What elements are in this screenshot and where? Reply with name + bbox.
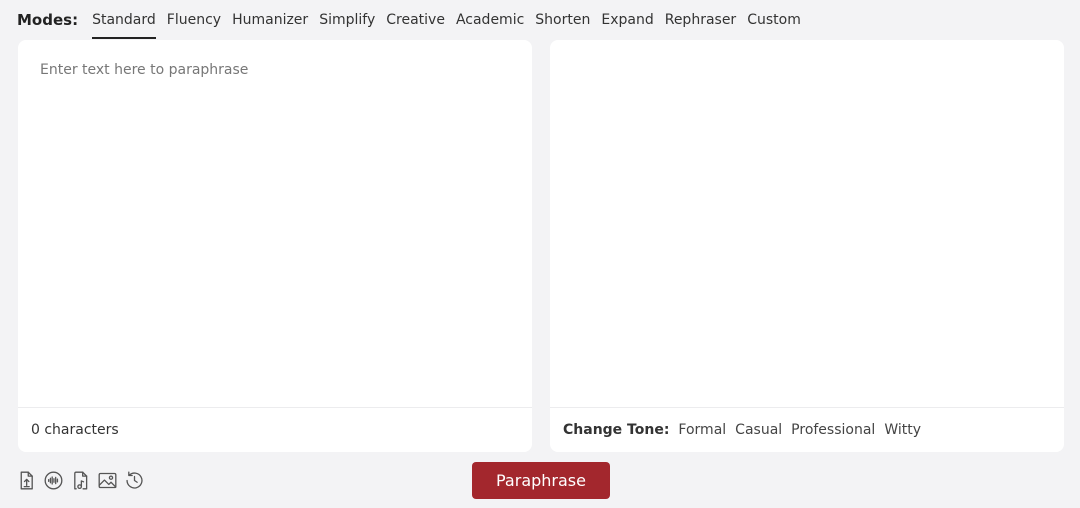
modes-label: Modes:: [17, 11, 79, 29]
tab-rephraser[interactable]: Rephraser: [665, 0, 736, 40]
tab-fluency[interactable]: Fluency: [167, 0, 221, 40]
tab-creative[interactable]: Creative: [386, 0, 445, 40]
tab-expand[interactable]: Expand: [601, 0, 653, 40]
output-panel: Change Tone: Formal Casual Professional …: [550, 40, 1064, 452]
history-icon[interactable]: [123, 468, 145, 492]
input-footer: 0 characters: [18, 407, 532, 452]
input-panel: 0 characters: [18, 40, 532, 452]
tab-shorten[interactable]: Shorten: [535, 0, 590, 40]
change-tone-label: Change Tone:: [563, 422, 670, 438]
paraphrase-input[interactable]: [18, 40, 532, 408]
tool-icons: [15, 468, 150, 492]
tab-standard[interactable]: Standard: [92, 0, 156, 40]
tab-simplify[interactable]: Simplify: [319, 0, 375, 40]
image-icon[interactable]: [96, 468, 118, 492]
paraphrase-button[interactable]: Paraphrase: [472, 462, 610, 499]
audio-icon[interactable]: [42, 468, 64, 492]
modes-bar: Modes: Standard Fluency Humanizer Simpli…: [17, 0, 812, 40]
tab-academic[interactable]: Academic: [456, 0, 524, 40]
tone-witty[interactable]: Witty: [884, 422, 921, 438]
character-count: 0 characters: [31, 422, 119, 438]
upload-file-icon[interactable]: [15, 468, 37, 492]
tone-formal[interactable]: Formal: [678, 422, 726, 438]
tab-humanizer[interactable]: Humanizer: [232, 0, 308, 40]
tone-footer: Change Tone: Formal Casual Professional …: [550, 407, 1064, 452]
music-file-icon[interactable]: [69, 468, 91, 492]
tab-custom[interactable]: Custom: [747, 0, 801, 40]
tone-professional[interactable]: Professional: [791, 422, 875, 438]
tone-casual[interactable]: Casual: [735, 422, 782, 438]
